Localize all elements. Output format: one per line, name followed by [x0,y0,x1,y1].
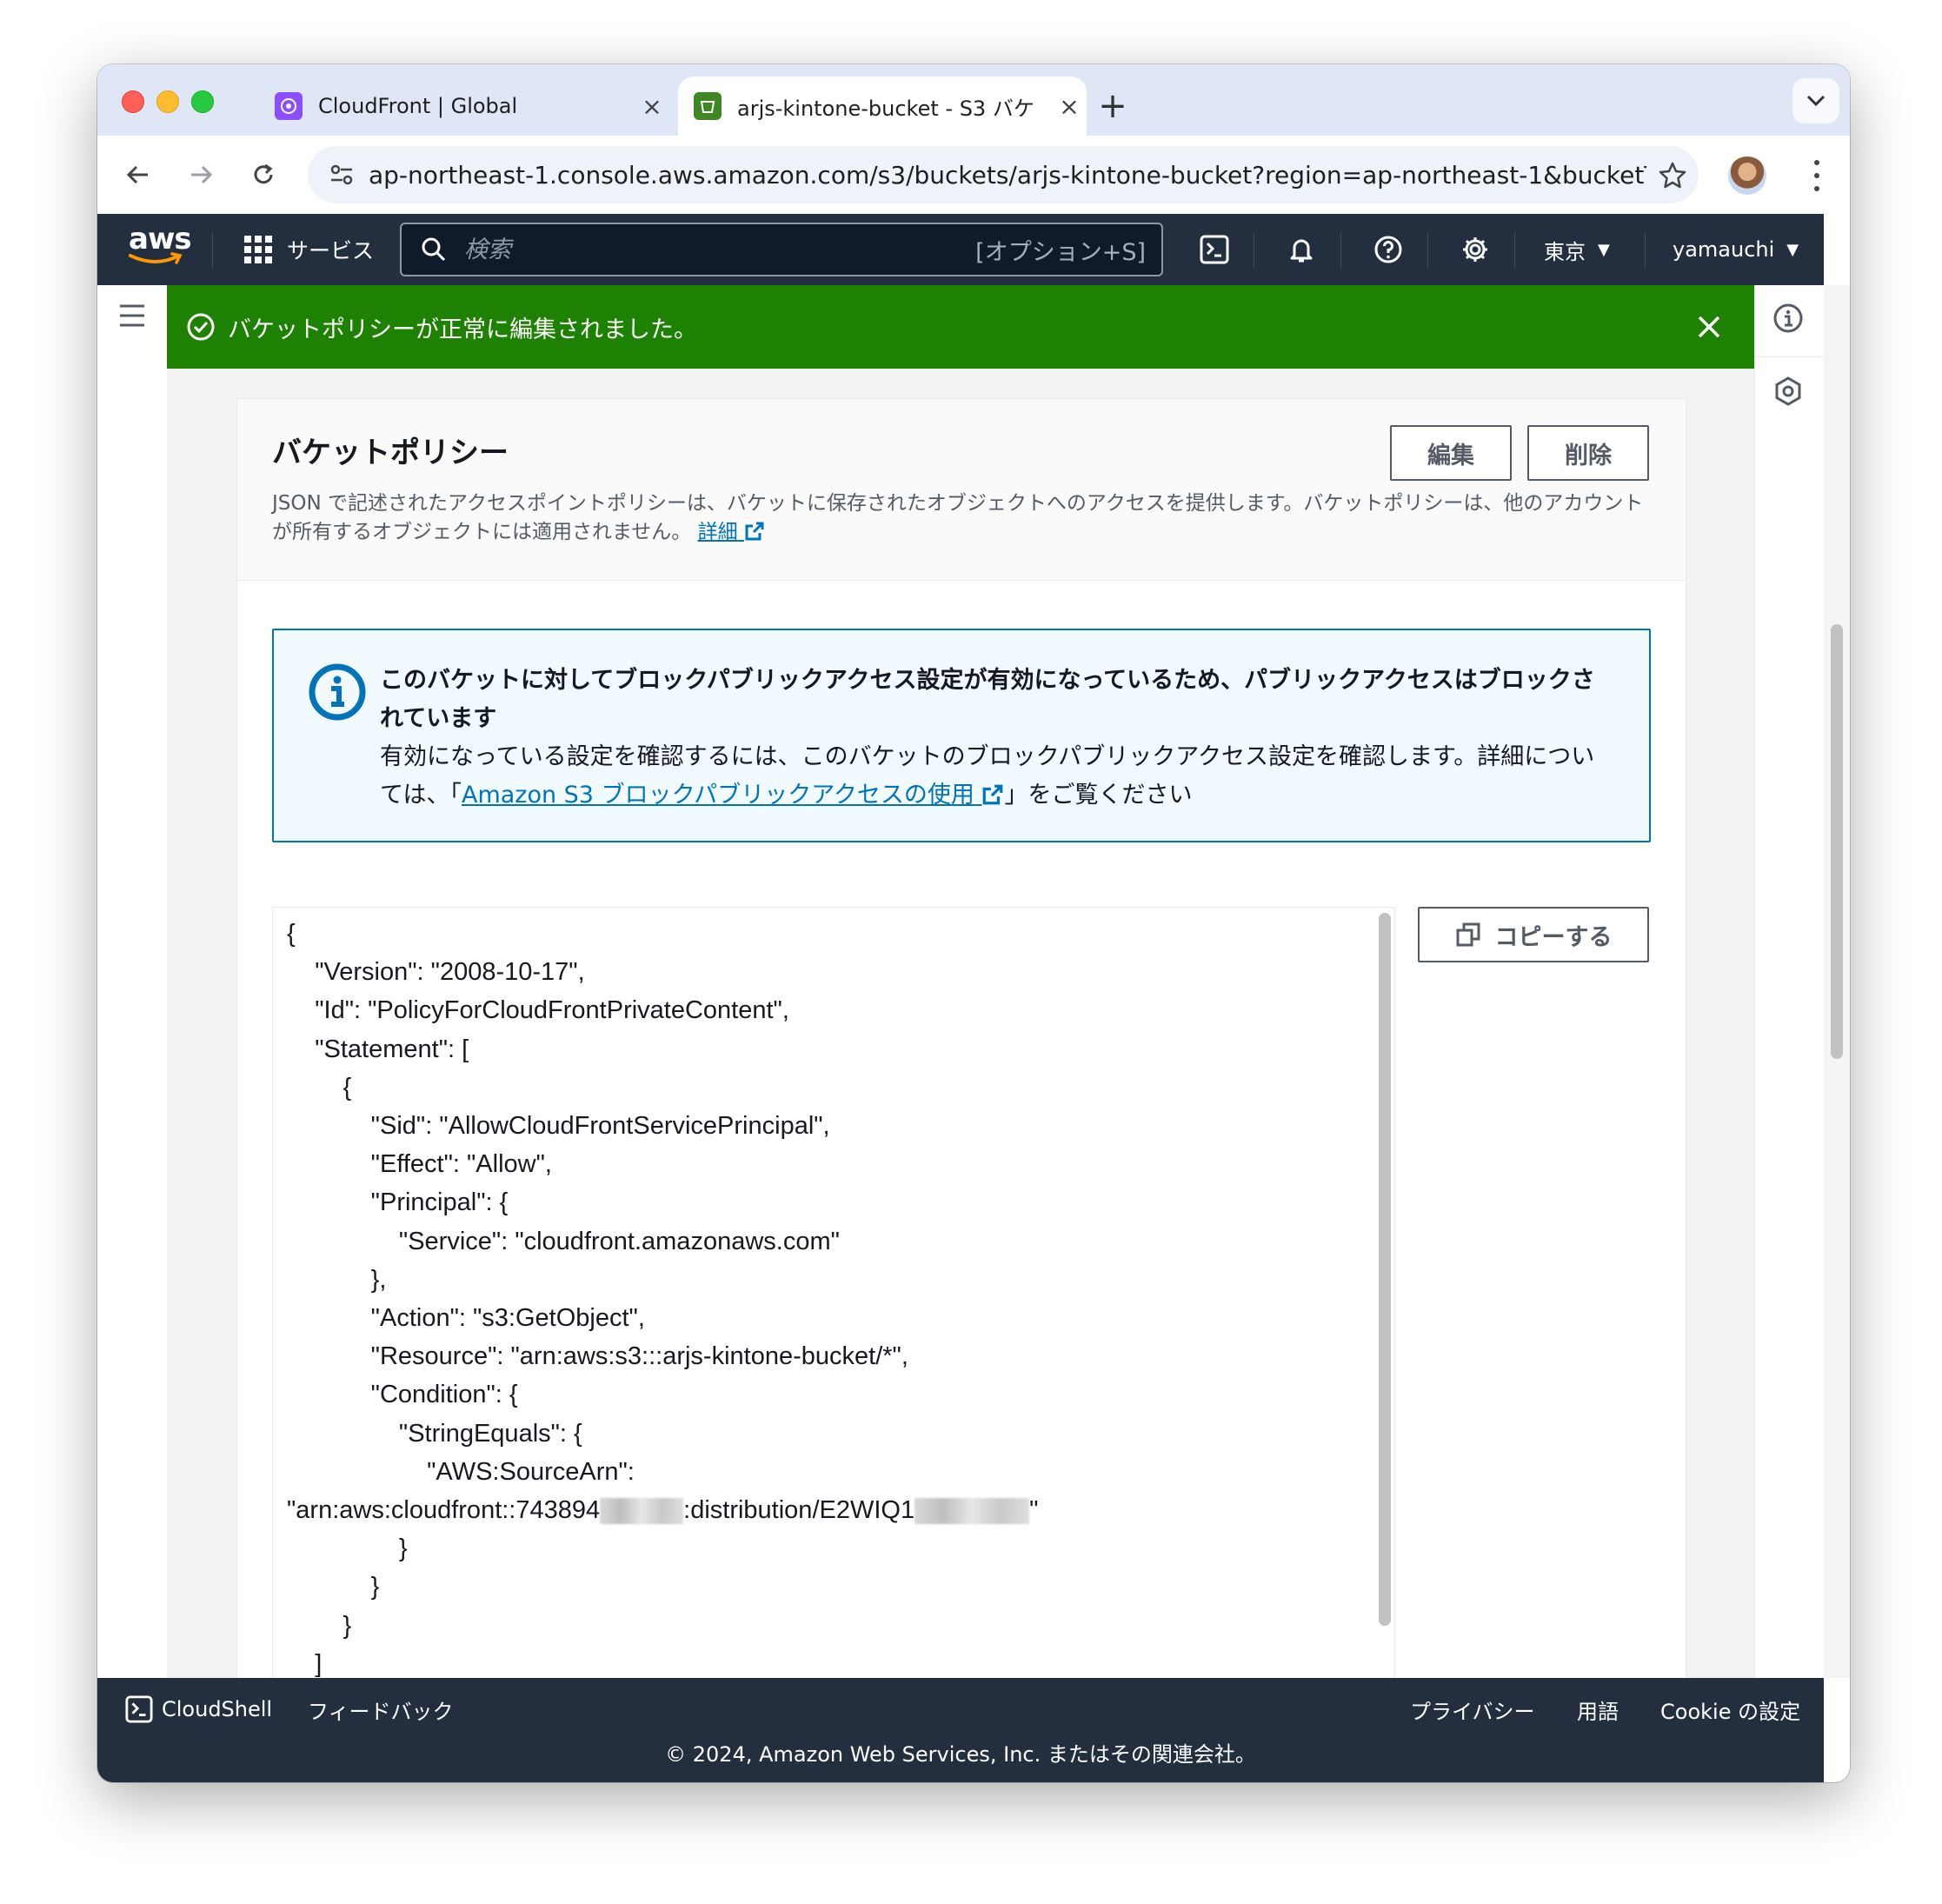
account-menu[interactable]: yamauchi ▼ [1673,214,1799,285]
external-link-icon [983,784,1003,805]
close-tab-icon[interactable]: × [1052,92,1087,121]
tab-search-button[interactable] [1792,78,1839,123]
hexagon-icon [1775,376,1801,406]
dismiss-flash-button[interactable] [1690,308,1728,346]
url-text: ap-northeast-1.console.aws.amazon.com/s3… [369,160,1646,190]
site-settings-icon[interactable] [327,160,356,190]
back-button[interactable] [116,153,160,196]
aws-top-nav: aws サービス [オプション+S] [97,214,1824,285]
card-header: バケットポリシー 編集 削除 JSON で記述されたアクセスポイントポリシーは、… [237,399,1686,581]
tab-strip: CloudFront | Global × arjs-kintone-bucke… [97,64,1850,136]
bookmark-star-icon[interactable] [1646,161,1699,189]
arrow-right-icon [191,165,213,184]
external-link-icon [745,522,764,541]
search-input[interactable] [462,235,976,264]
info-panel-button[interactable] [1772,303,1807,337]
bell-icon [1290,239,1313,263]
aws-logo[interactable]: aws [129,224,192,270]
aws-smile-icon [129,252,183,264]
success-flashbar: バケットポリシーが正常に編集されました。 [167,285,1754,369]
s3-icon [694,92,722,120]
tab-title: arjs-kintone-bucket - S3 バケ [737,96,1034,121]
cloudshell-icon [1200,235,1229,264]
copy-button[interactable]: コピーする [1418,907,1649,962]
grid-icon [244,236,272,263]
page-scrollbar-thumb[interactable] [1831,624,1843,1059]
cloudshell-nav-button[interactable] [1184,214,1245,285]
cloudshell-icon [125,1695,153,1723]
notifications-button[interactable] [1271,214,1332,285]
copyright-text: © 2024, Amazon Web Services, Inc. またはその関… [665,1742,1256,1767]
main-content: バケットポリシーが正常に編集されました。 バケットポリシー 編集 削除 JSON… [167,285,1754,1678]
resources-panel-button[interactable] [1772,376,1807,410]
alert-body: 有効になっている設定を確認するには、このバケットのブロックパブリックアクセス設定… [380,743,1595,809]
region-selector[interactable]: 東京 ▼ [1544,214,1610,285]
browser-window: CloudFront | Global × arjs-kintone-bucke… [97,64,1850,1782]
reload-button[interactable] [242,153,285,196]
copy-icon [1456,922,1480,947]
browser-toolbar: ap-northeast-1.console.aws.amazon.com/s3… [97,136,1850,214]
edit-button[interactable]: 編集 [1390,425,1512,481]
new-tab-button[interactable]: + [1088,82,1137,130]
redacted-account-id [600,1498,684,1525]
settings-button[interactable] [1445,214,1506,285]
chevron-down-icon [1806,95,1826,107]
bucket-policy-card: バケットポリシー 編集 削除 JSON で記述されたアクセスポイントポリシーは、… [236,398,1686,1678]
arrow-left-icon [126,165,148,184]
caret-down-icon: ▼ [1786,240,1799,259]
aws-footer: CloudShell フィードバック プライバシー 用語 Cookie の設定 … [97,1678,1824,1782]
redacted-distribution-id [914,1498,1030,1525]
block-public-access-link[interactable]: Amazon S3 ブロックパブリックアクセスの使用 [462,782,1005,809]
info-icon [309,663,366,721]
caret-down-icon: ▼ [1598,240,1610,259]
cloudshell-footer-button[interactable]: CloudShell [125,1692,272,1727]
cloudfront-icon [275,92,303,120]
services-menu[interactable]: サービス [243,214,374,285]
policy-json-viewer[interactable]: { "Version": "2008-10-17", "Id": "Policy… [272,907,1395,1678]
tab-cloudfront[interactable]: CloudFront | Global × [259,77,669,136]
page-scrollbar[interactable] [1824,285,1850,1678]
gear-icon [1463,237,1487,262]
flash-message: バケットポリシーが正常に編集されました。 [228,316,697,343]
close-tab-icon[interactable]: × [635,92,669,121]
right-rail [1754,285,1825,1678]
help-button[interactable] [1358,214,1419,285]
cookie-settings-link[interactable]: Cookie の設定 [1660,1692,1800,1727]
address-bar[interactable]: ap-northeast-1.console.aws.amazon.com/s3… [308,146,1699,203]
close-icon [1698,316,1720,338]
aws-search-box[interactable]: [オプション+S] [400,223,1163,276]
check-circle-icon [187,313,215,341]
reload-icon [254,163,273,184]
forward-button[interactable] [179,153,223,196]
info-alert: このバケットに対してブロックパブリックアクセス設定が有効になっているため、パブリ… [272,629,1651,842]
terms-link[interactable]: 用語 [1577,1692,1619,1727]
tab-title: CloudFront | Global [318,94,518,118]
left-rail [97,285,167,1678]
search-shortcut-hint: [オプション+S] [975,238,1146,266]
card-title: バケットポリシー [272,436,509,470]
privacy-link[interactable]: プライバシー [1410,1692,1535,1727]
menu-hamburger-icon[interactable] [118,303,146,329]
policy-json-text: { "Version": "2008-10-17", "Id": "Policy… [287,920,1039,1678]
close-window-button[interactable] [122,90,144,113]
maximize-window-button[interactable] [191,90,214,113]
help-icon [1374,236,1402,263]
delete-button[interactable]: 削除 [1527,425,1649,481]
tab-s3-bucket[interactable]: arjs-kintone-bucket - S3 バケ × [678,77,1087,136]
info-icon [1773,303,1803,333]
alert-title: このバケットに対してブロックパブリックアクセス設定が有効になっているため、パブリ… [380,667,1595,732]
minimize-window-button[interactable] [156,90,179,113]
search-icon [422,237,446,262]
browser-menu-icon[interactable] [1808,156,1826,195]
card-description: JSON で記述されたアクセスポイントポリシーは、バケットに保存されたオブジェク… [272,492,1644,543]
details-link[interactable]: 詳細 [698,521,765,543]
code-scrollbar[interactable] [1379,913,1391,1626]
feedback-link[interactable]: フィードバック [308,1692,454,1727]
profile-avatar[interactable] [1728,156,1766,195]
